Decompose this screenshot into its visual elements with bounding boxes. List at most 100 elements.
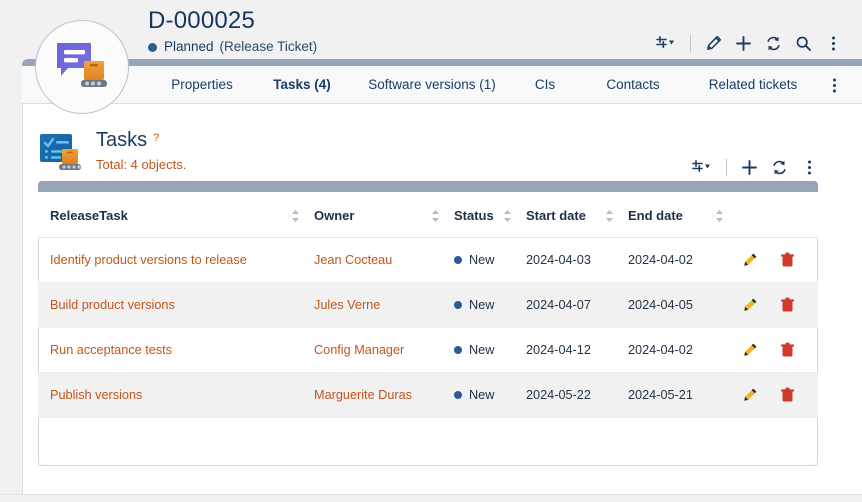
column-header-actions [738, 192, 818, 238]
tasks-checklist-icon [38, 132, 84, 174]
column-header-releasetask[interactable]: ReleaseTask [38, 192, 314, 238]
owner-link[interactable]: Config Manager [314, 343, 404, 357]
section-toolbar-divider [726, 159, 727, 176]
section-title: Tasks [96, 128, 147, 152]
owner-link[interactable]: Marguerite Duras [314, 388, 412, 402]
status-dot-icon [454, 346, 462, 354]
status-dot-icon [454, 256, 462, 264]
row-delete-button[interactable] [780, 342, 795, 358]
row-edit-button[interactable] [742, 252, 758, 268]
task-link[interactable]: Publish versions [50, 388, 142, 402]
tab-cis[interactable]: CIs [512, 66, 578, 104]
column-header-owner[interactable]: Owner [314, 192, 454, 238]
start-date-value: 2024-04-03 [526, 238, 628, 283]
status-label: New [469, 298, 494, 312]
add-object-button[interactable] [728, 30, 758, 56]
section-toolbar [683, 154, 824, 180]
start-date-value: 2024-05-22 [526, 373, 628, 418]
header-filter-button[interactable] [647, 30, 683, 56]
row-delete-button[interactable] [780, 297, 795, 313]
edit-object-button[interactable] [698, 30, 728, 56]
row-edit-button[interactable] [742, 342, 758, 358]
section-total-count: Total: 4 objects. [96, 157, 186, 172]
column-label: Owner [314, 208, 354, 223]
section-refresh-button[interactable] [764, 154, 794, 180]
tasks-table-wrap: ReleaseTask Owner [38, 192, 818, 418]
row-edit-button[interactable] [742, 387, 758, 403]
section-header: Tasks ? Total: 4 objects. [38, 128, 186, 174]
end-date-value: 2024-04-02 [628, 238, 738, 283]
end-date-value: 2024-05-21 [628, 373, 738, 418]
status-label: New [469, 343, 494, 357]
status-cell: New [454, 388, 526, 402]
column-header-status[interactable]: Status [454, 192, 526, 238]
section-title-row: Tasks ? [96, 128, 186, 152]
status-label: New [469, 388, 494, 402]
search-button[interactable] [788, 30, 818, 56]
status-cell: New [454, 298, 526, 312]
sort-icon[interactable] [503, 209, 512, 223]
tab-tasks[interactable]: Tasks (4) [252, 66, 352, 104]
status-cell: New [454, 343, 526, 357]
table-body: Identify product versions to release Jea… [38, 238, 818, 418]
row-delete-button[interactable] [780, 252, 795, 268]
column-label: End date [628, 208, 683, 223]
start-date-value: 2024-04-07 [526, 283, 628, 328]
sort-icon[interactable] [431, 209, 440, 223]
header-toolbar [647, 30, 848, 56]
refresh-button[interactable] [758, 30, 788, 56]
panel-top-strip [38, 181, 818, 192]
page-root: D-000025 Planned (Release Ticket) [0, 0, 862, 502]
owner-link[interactable]: Jules Verne [314, 298, 380, 312]
section-filter-button[interactable] [683, 154, 719, 180]
tab-contacts[interactable]: Contacts [578, 66, 688, 104]
column-header-start-date[interactable]: Start date [526, 192, 628, 238]
tasks-table: ReleaseTask Owner [38, 192, 818, 418]
row-actions [738, 297, 818, 313]
table-row[interactable]: Build product versions Jules Verne New 2… [38, 283, 818, 328]
column-header-end-date[interactable]: End date [628, 192, 738, 238]
header-more-button[interactable] [818, 30, 848, 56]
end-date-value: 2024-04-05 [628, 283, 738, 328]
table-row[interactable]: Run acceptance tests Config Manager New … [38, 328, 818, 373]
end-date-value: 2024-04-02 [628, 328, 738, 373]
tab-software-versions[interactable]: Software versions (1) [352, 66, 512, 104]
table-row[interactable]: Publish versions Marguerite Duras New 20… [38, 373, 818, 418]
tab-properties[interactable]: Properties [152, 66, 252, 104]
row-delete-button[interactable] [780, 387, 795, 403]
help-icon[interactable]: ? [153, 126, 159, 150]
owner-link[interactable]: Jean Cocteau [314, 253, 392, 267]
row-actions [738, 342, 818, 358]
bottom-divider [0, 494, 862, 495]
status-label: New [469, 253, 494, 267]
section-more-button[interactable] [794, 154, 824, 180]
sort-icon[interactable] [715, 209, 724, 223]
table-header-row: ReleaseTask Owner [38, 192, 818, 238]
tab-list: Properties Tasks (4) Software versions (… [152, 66, 818, 104]
release-ticket-icon [51, 39, 113, 95]
state-dot-icon [148, 43, 157, 52]
row-edit-button[interactable] [742, 297, 758, 313]
sort-icon[interactable] [605, 209, 614, 223]
column-label: ReleaseTask [50, 208, 128, 223]
task-link[interactable]: Run acceptance tests [50, 343, 172, 357]
object-header: D-000025 Planned (Release Ticket) [0, 0, 862, 62]
tab-overflow-button[interactable] [824, 75, 844, 95]
start-date-value: 2024-04-12 [526, 328, 628, 373]
avatar [35, 20, 129, 114]
row-actions [738, 252, 818, 268]
object-status-line: Planned (Release Ticket) [148, 38, 317, 56]
section-add-button[interactable] [734, 154, 764, 180]
status-dot-icon [454, 301, 462, 309]
tab-related-tickets[interactable]: Related tickets [688, 66, 818, 104]
status-badge: Planned [164, 38, 214, 56]
table-row[interactable]: Identify product versions to release Jea… [38, 238, 818, 283]
status-dot-icon [454, 391, 462, 399]
toolbar-divider [690, 35, 691, 52]
tab-bar: Properties Tasks (4) Software versions (… [22, 66, 862, 104]
sort-icon[interactable] [291, 209, 300, 223]
page-title: D-000025 [148, 6, 317, 36]
task-link[interactable]: Build product versions [50, 298, 175, 312]
column-label: Start date [526, 208, 586, 223]
task-link[interactable]: Identify product versions to release [50, 253, 247, 267]
